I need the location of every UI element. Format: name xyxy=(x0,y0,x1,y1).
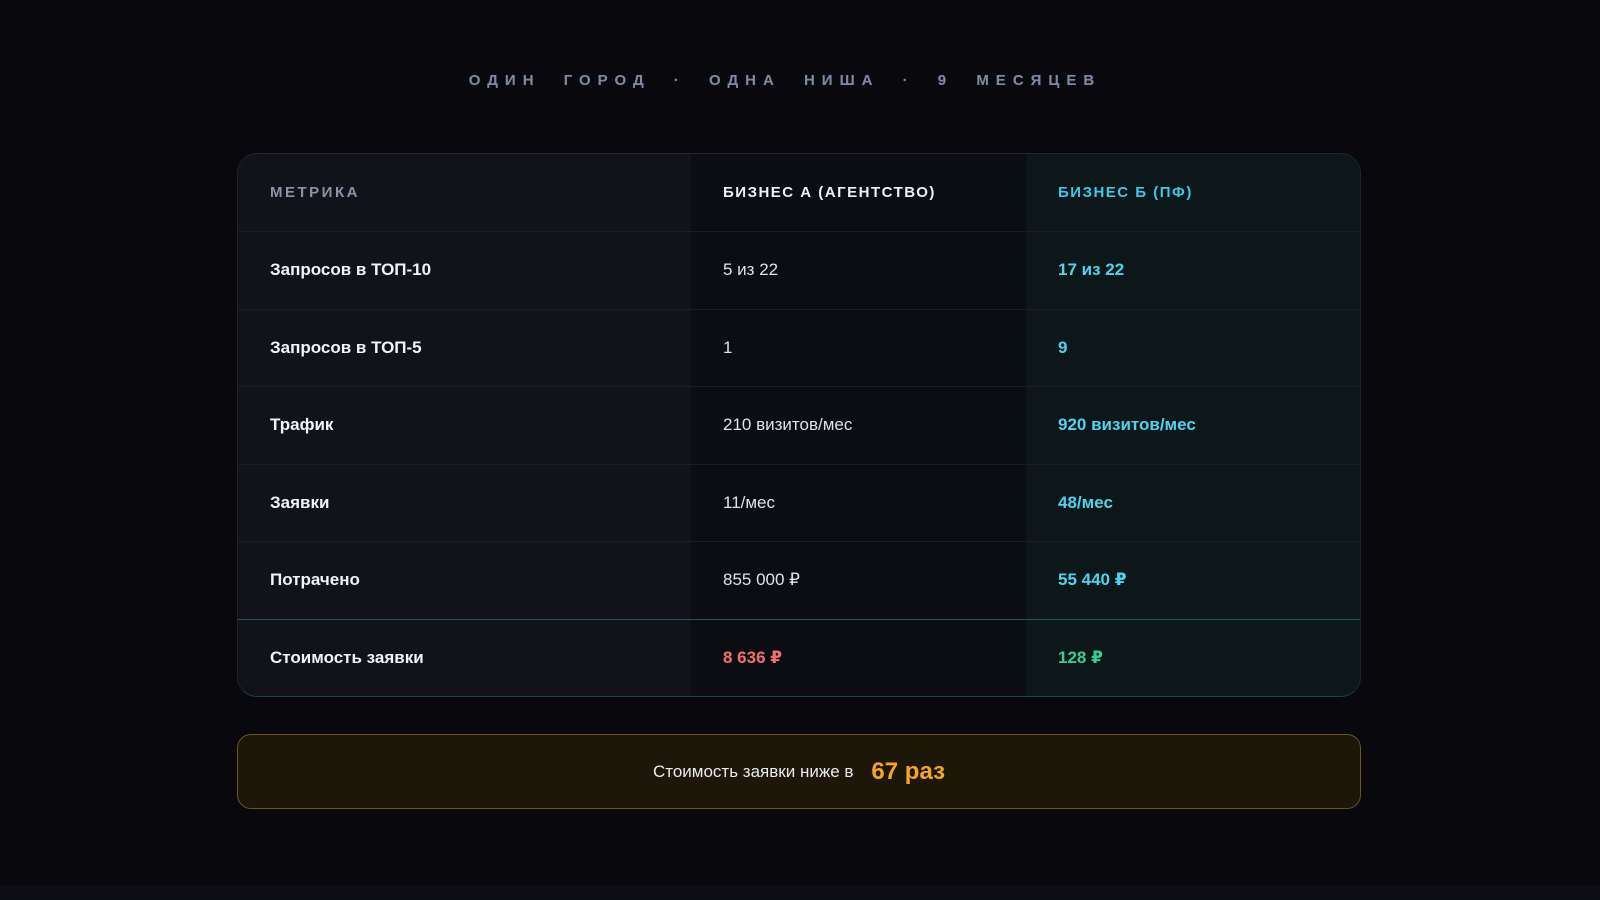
metric-label: Запросов в ТОП-5 xyxy=(238,309,691,386)
value-business-b: 48/мес xyxy=(1026,464,1360,541)
value-business-b: 55 440 ₽ xyxy=(1026,542,1360,619)
metric-label: Заявки xyxy=(238,464,691,541)
table-row: Потрачено 855 000 ₽55 440 ₽ xyxy=(238,541,1360,619)
value-business-a: 855 000 ₽ xyxy=(691,542,1026,619)
comparison-table: МЕТРИКА БИЗНЕС А (АГЕНТСТВО) БИЗНЕС Б (П… xyxy=(237,153,1361,697)
table-body: Запросов в ТОП-10 5 из 22 17 из 22 Запросов… xyxy=(238,231,1360,696)
table-row: Заявки 11/мес 48/мес xyxy=(238,463,1360,541)
value-business-a: 8 636 ₽ xyxy=(691,619,1026,696)
table-row: Стоимость заявки 8 636 ₽128 ₽ xyxy=(238,618,1360,696)
next-section-edge xyxy=(0,885,1600,900)
value-business-a: 11/мес xyxy=(691,464,1026,541)
column-header-metric: МЕТРИКА xyxy=(238,154,691,231)
value-business-a: 5 из 22 xyxy=(691,232,1026,309)
table-header-row: МЕТРИКА БИЗНЕС А (АГЕНТСТВО) БИЗНЕС Б (П… xyxy=(238,154,1360,231)
column-header-business-a: БИЗНЕС А (АГЕНТСТВО) xyxy=(691,154,1026,231)
metric-label: Запросов в ТОП-10 xyxy=(238,232,691,309)
page-tagline: ОДИН ГОРОД · ОДНА НИША · 9 МЕСЯЦЕВ xyxy=(468,72,1102,89)
value-business-b: 128 ₽ xyxy=(1026,619,1360,696)
table-row: Запросов в ТОП-5 1 9 xyxy=(238,308,1360,386)
metric-label: Потрачено xyxy=(238,542,691,619)
page: ОДИН ГОРОД · ОДНА НИША · 9 МЕСЯЦЕВ МЕТРИ… xyxy=(0,0,1600,900)
value-business-b: 17 из 22 xyxy=(1026,232,1360,309)
metric-label: Трафик xyxy=(238,387,691,464)
value-business-a: 210 визитов/мес xyxy=(691,387,1026,464)
metric-label: Стоимость заявки xyxy=(238,619,691,696)
banner-text: Стоимость заявки ниже в xyxy=(652,761,854,781)
value-business-a: 1 xyxy=(691,309,1026,386)
column-header-business-b: БИЗНЕС Б (ПФ) xyxy=(1026,154,1360,231)
banner-value: 67 раз xyxy=(871,757,946,785)
value-business-b: 920 визитов/мес xyxy=(1026,387,1360,464)
table-row: Трафик 210 визитов/мес 920 визитов/мес xyxy=(238,386,1360,464)
value-business-b: 9 xyxy=(1026,309,1360,386)
result-banner: Стоимость заявки ниже в 67 раз xyxy=(237,734,1361,809)
table-row: Запросов в ТОП-10 5 из 22 17 из 22 xyxy=(238,231,1360,309)
